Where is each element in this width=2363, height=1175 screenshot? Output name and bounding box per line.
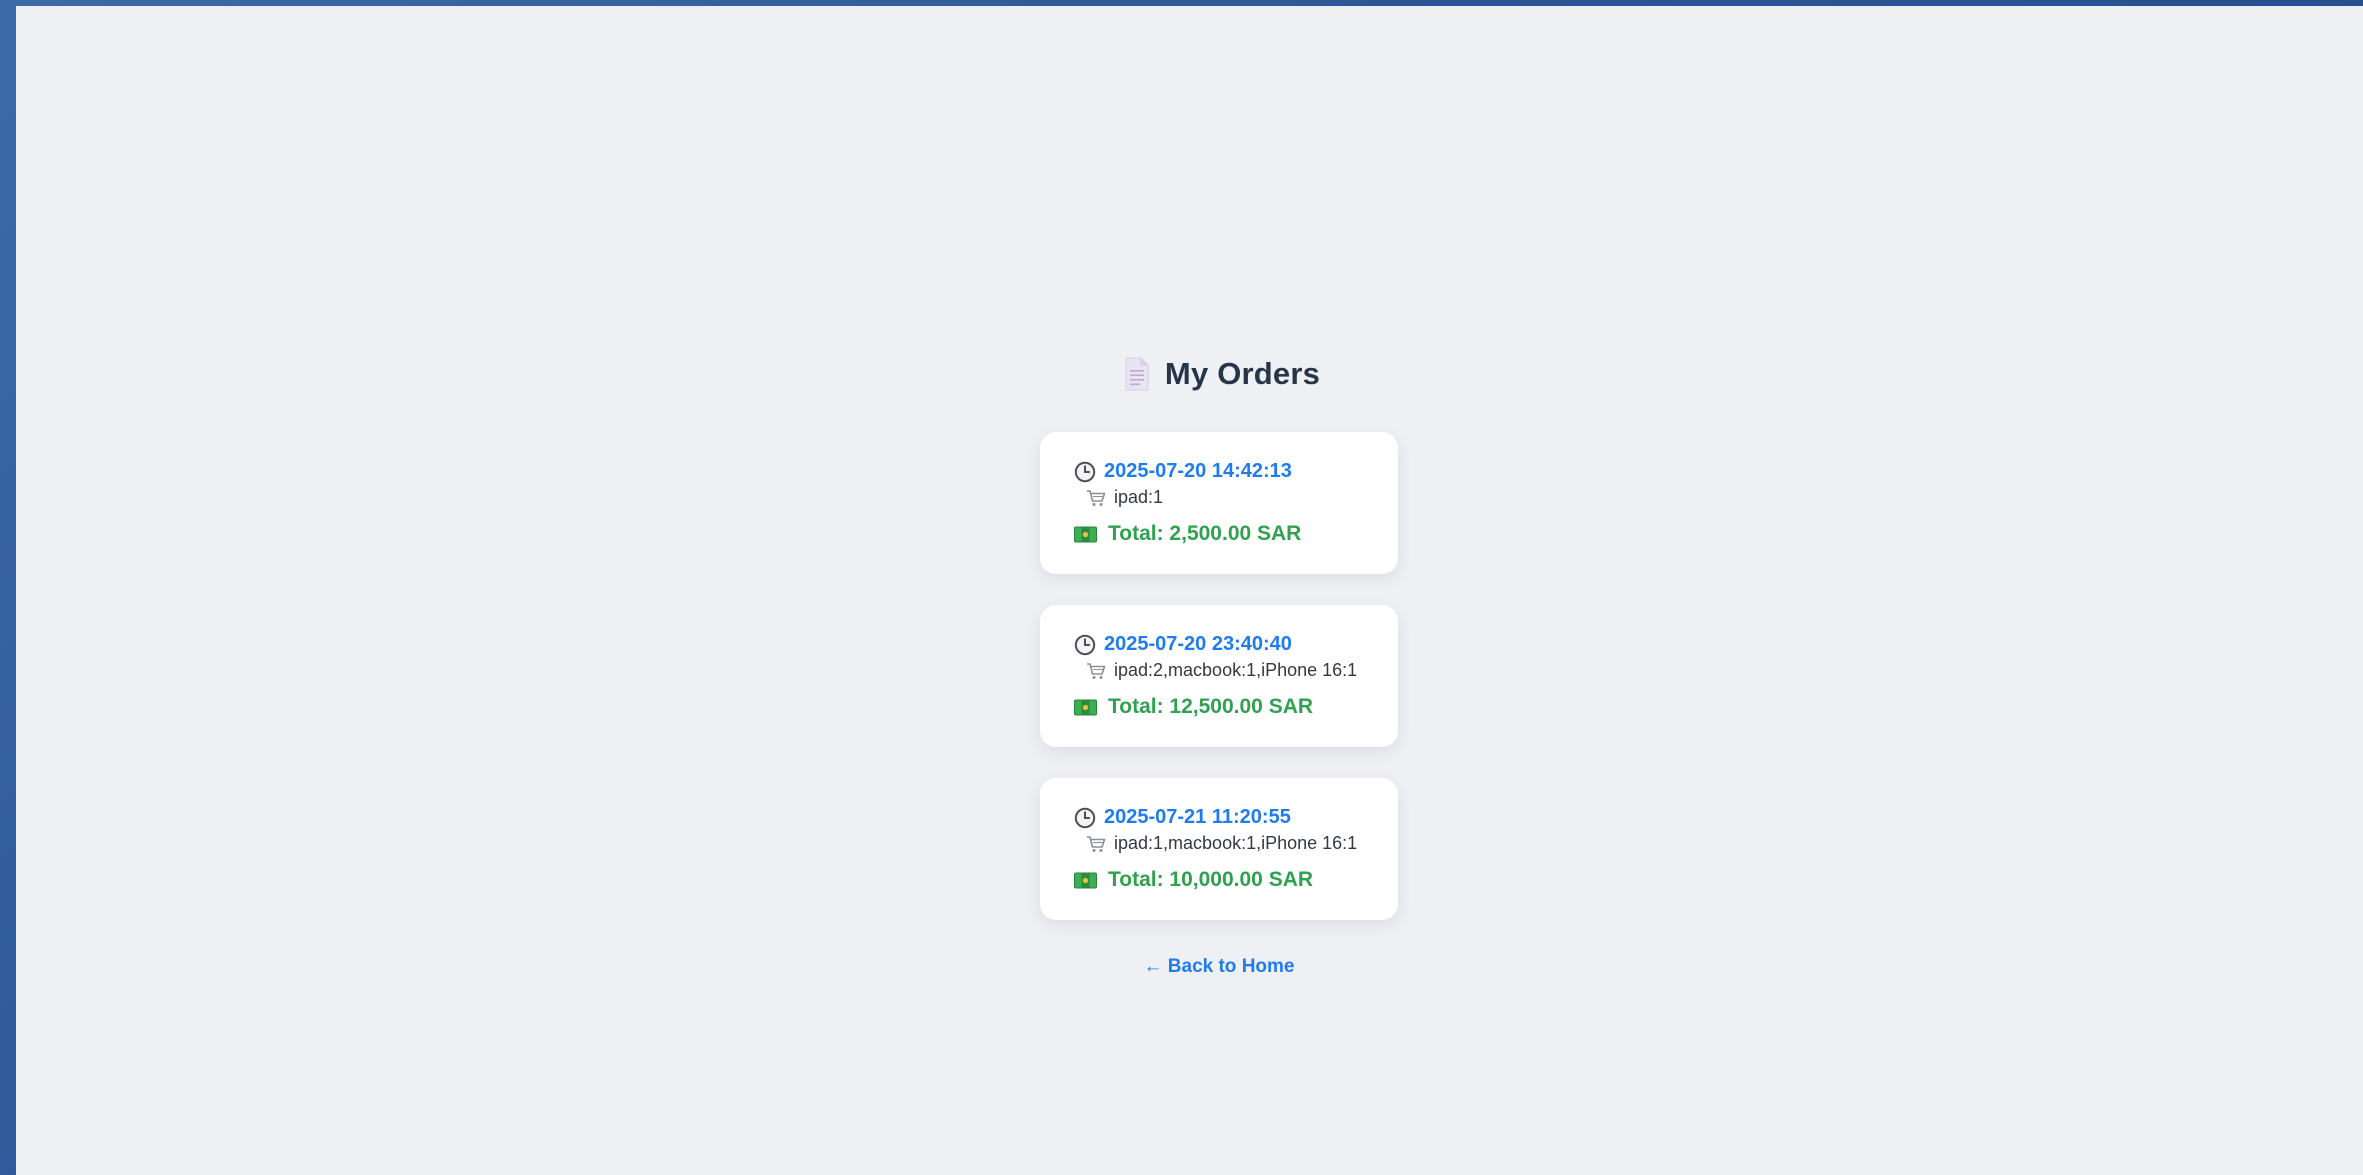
back-to-home-link[interactable]: ← Back to Home: [1024, 956, 1414, 978]
order-card: 2025-07-21 11:20:55 ipad:1,macbook:1,iPh…: [1040, 778, 1398, 920]
order-items: ipad:1: [1114, 487, 1164, 507]
money-icon: [1074, 872, 1097, 889]
order-items-row: ipad:2,macbook:1,iPhone 16:1: [1086, 660, 1357, 681]
order-items-row: ipad:1,macbook:1,iPhone 16:1: [1086, 833, 1357, 854]
shopping-cart-icon: [1086, 835, 1106, 853]
page-background: My Orders 2025-07-20 14:42:13 ipad:1 Tot…: [16, 6, 2363, 1175]
order-total-row: Total: 12,500.00 SAR: [1074, 695, 1313, 719]
order-time-row: 2025-07-20 14:42:13: [1074, 460, 1292, 483]
shopping-cart-icon: [1086, 489, 1106, 507]
orders-panel: My Orders 2025-07-20 14:42:13 ipad:1 Tot…: [1024, 348, 1414, 977]
order-total-row: Total: 2,500.00 SAR: [1074, 522, 1301, 546]
order-total-row: Total: 10,000.00 SAR: [1074, 868, 1313, 892]
shopping-cart-icon: [1086, 662, 1106, 680]
order-timestamp: 2025-07-20 23:40:40: [1104, 633, 1292, 655]
order-items: ipad:1,macbook:1,iPhone 16:1: [1114, 833, 1358, 853]
order-timestamp: 2025-07-20 14:42:13: [1104, 460, 1292, 482]
page-title: My Orders: [1164, 356, 1321, 391]
order-card: 2025-07-20 23:40:40 ipad:2,macbook:1,iPh…: [1040, 605, 1398, 747]
order-timestamp: 2025-07-21 11:20:55: [1104, 806, 1291, 828]
clock-icon: [1074, 634, 1096, 656]
money-icon: [1074, 699, 1097, 716]
order-items-row: ipad:1: [1086, 487, 1163, 508]
order-card: 2025-07-20 14:42:13 ipad:1 Total: 2,500.…: [1040, 432, 1398, 574]
money-icon: [1074, 526, 1097, 543]
order-time-row: 2025-07-21 11:20:55: [1074, 806, 1291, 829]
order-time-row: 2025-07-20 23:40:40: [1074, 633, 1292, 656]
order-total: Total: 10,000.00 SAR: [1108, 868, 1314, 891]
page-header: My Orders: [1030, 348, 1414, 400]
clock-icon: [1074, 807, 1096, 829]
order-items: ipad:2,macbook:1,iPhone 16:1: [1114, 660, 1358, 680]
document-icon: [1124, 357, 1150, 391]
order-total: Total: 12,500.00 SAR: [1108, 695, 1314, 718]
clock-icon: [1074, 461, 1096, 483]
order-total: Total: 2,500.00 SAR: [1108, 522, 1302, 545]
